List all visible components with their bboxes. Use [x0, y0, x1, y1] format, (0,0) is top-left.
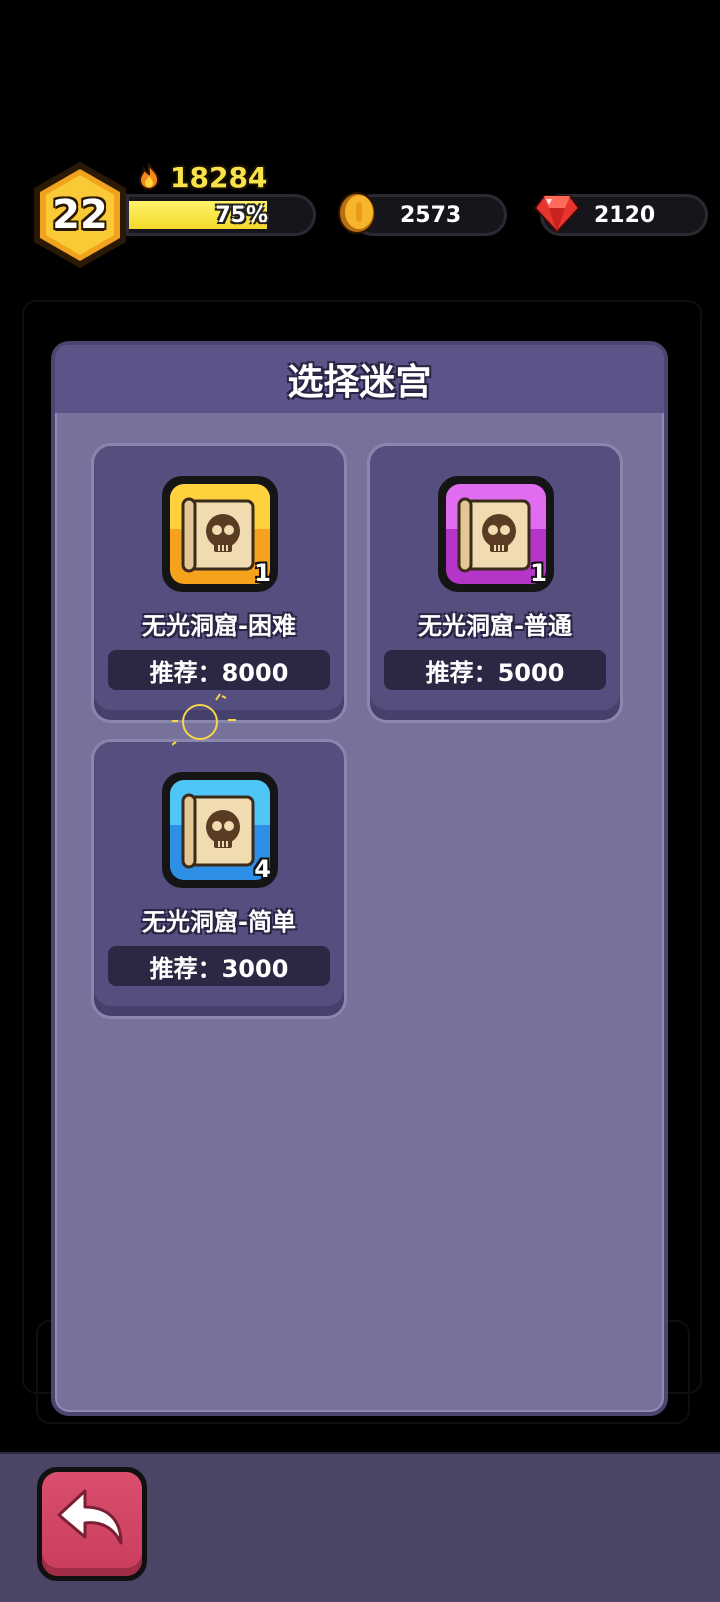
gem-value: 2120 — [594, 202, 656, 228]
skull-map-icon — [181, 793, 255, 869]
level-badge: 22 — [30, 160, 130, 270]
tap-sparkle-icon — [172, 693, 236, 746]
xp-progress-bar: 75% — [126, 194, 316, 236]
maze-recommend-power: 推荐：3000 — [108, 946, 330, 986]
maze-item-count: 4 — [254, 855, 271, 883]
power-value: 18284 — [170, 160, 268, 194]
maze-recommend-power: 推荐：8000 — [108, 650, 330, 690]
maze-map-icon-frame: 4 — [162, 772, 278, 888]
level-number: 22 — [52, 192, 108, 238]
maze-recommend-power: 推荐：5000 — [384, 650, 606, 690]
maze-card-normal[interactable]: 1 无光洞窟-普通 推荐：5000 — [367, 443, 623, 723]
maze-map-icon-frame: 1 — [438, 476, 554, 592]
xp-percent-label: 75% — [215, 202, 268, 228]
maze-card-easy[interactable]: 4 无光洞窟-简单 推荐：3000 — [91, 739, 347, 1019]
back-arrow-icon — [57, 1489, 123, 1545]
maze-select-panel: 选择迷宫 1 无光洞窟-困难 推荐：8000 1 无光洞窟-普通 推荐：5000… — [51, 341, 668, 1416]
maze-item-count: 1 — [530, 559, 547, 587]
power-display: 18284 — [136, 160, 267, 194]
maze-name: 无光洞窟-困难 — [142, 612, 296, 640]
back-button[interactable] — [37, 1467, 147, 1581]
skull-map-icon — [181, 497, 255, 573]
coin-value: 2573 — [400, 202, 462, 228]
maze-name: 无光洞窟-普通 — [418, 612, 572, 640]
skull-map-icon — [457, 497, 531, 573]
maze-item-count: 1 — [254, 559, 271, 587]
maze-card-hard[interactable]: 1 无光洞窟-困难 推荐：8000 — [91, 443, 347, 723]
coin-icon — [338, 192, 376, 234]
maze-name: 无光洞窟-简单 — [142, 908, 296, 936]
flame-icon — [138, 163, 160, 190]
panel-title: 选择迷宫 — [55, 345, 664, 413]
maze-map-icon-frame: 1 — [162, 476, 278, 592]
ruby-gem-icon — [533, 195, 581, 234]
